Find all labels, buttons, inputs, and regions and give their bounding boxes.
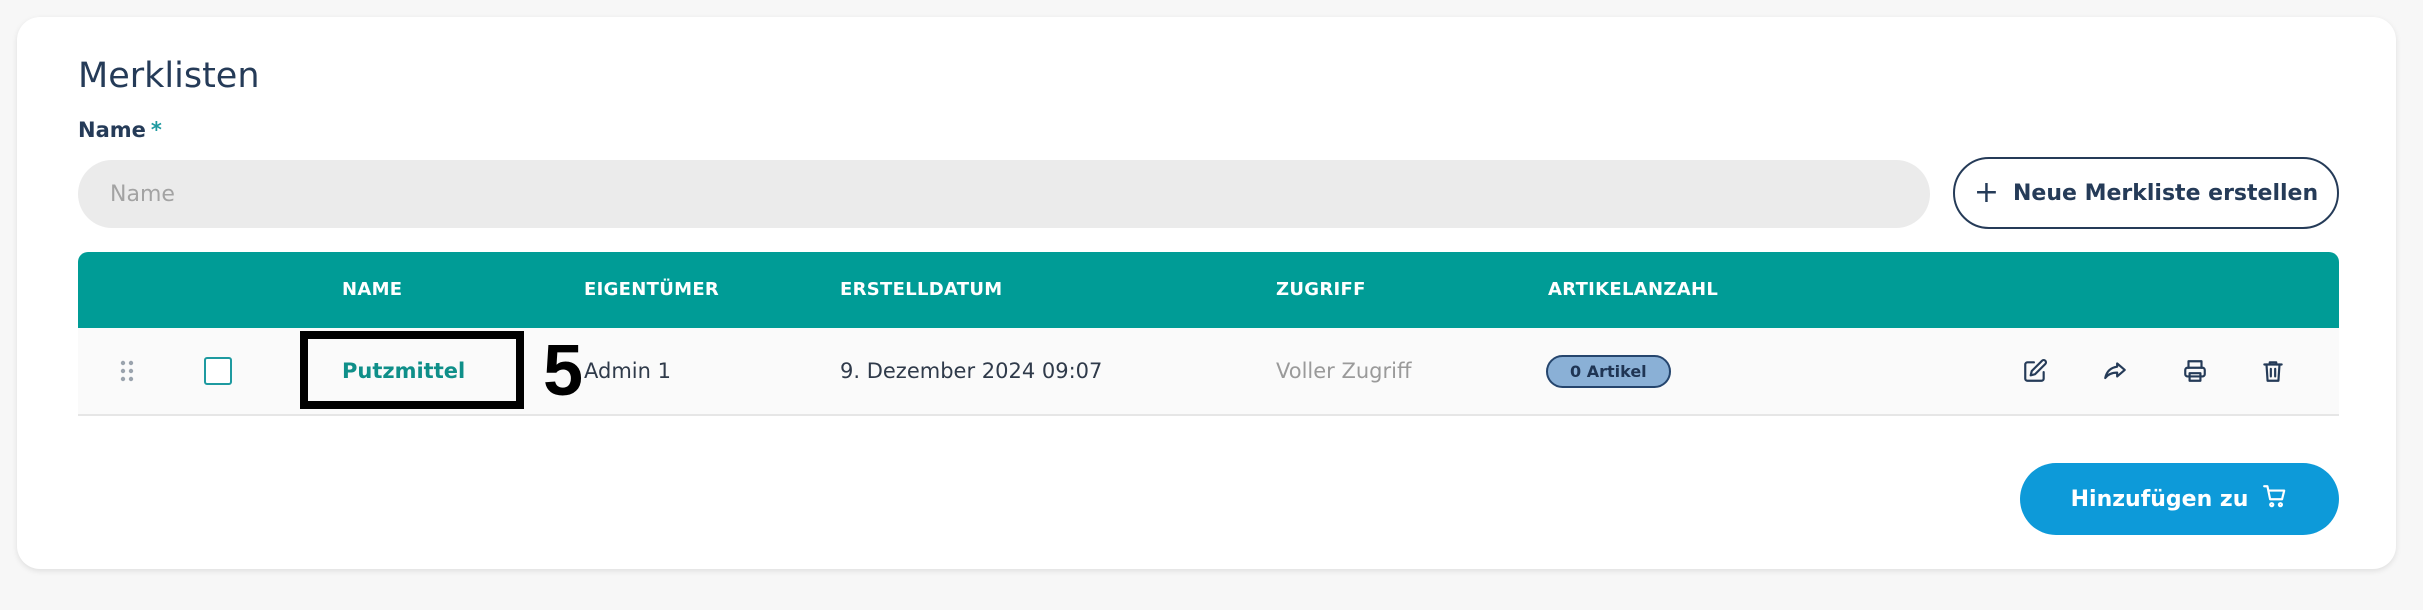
item-count-badge: 0 Artikel: [1546, 354, 1671, 388]
table-header: NAME EIGENTÜMER ERSTELLDATUM ZUGRIFF ART…: [78, 252, 2339, 328]
trash-icon[interactable]: [2253, 328, 2293, 414]
list-access: Voller Zugriff: [1276, 359, 1412, 383]
highlight-box: [300, 331, 524, 409]
add-to-button[interactable]: Hinzufügen zu: [2020, 463, 2339, 535]
create-list-button[interactable]: + Neue Merkliste erstellen: [1953, 157, 2339, 229]
column-header-created[interactable]: ERSTELLDATUM: [840, 252, 1003, 328]
row-select-checkbox[interactable]: [204, 328, 232, 414]
share-icon[interactable]: [2095, 328, 2135, 414]
drag-handle-icon[interactable]: [120, 328, 134, 414]
column-header-owner[interactable]: EIGENTÜMER: [584, 252, 719, 328]
add-to-label: Hinzufügen zu: [2070, 486, 2249, 512]
name-field-label: Name *: [78, 118, 162, 142]
item-count-cell: 0 Artikel: [1546, 328, 1671, 414]
list-owner: Admin 1: [584, 359, 671, 383]
required-marker: *: [150, 118, 162, 142]
column-header-item-count[interactable]: ARTIKELANZAHL: [1548, 252, 1718, 328]
list-created-date: 9. Dezember 2024 09:07: [840, 359, 1103, 383]
column-header-access[interactable]: ZUGRIFF: [1276, 252, 1366, 328]
plus-icon: +: [1973, 175, 1999, 210]
cart-icon: [2262, 483, 2288, 515]
name-label-text: Name: [78, 118, 146, 142]
annotation-marker: 5: [543, 331, 584, 411]
checkbox-box[interactable]: [204, 357, 232, 385]
column-header-name[interactable]: NAME: [342, 252, 402, 328]
edit-icon[interactable]: [2015, 328, 2055, 414]
create-list-label: Neue Merkliste erstellen: [2013, 180, 2319, 206]
page-title: Merklisten: [78, 56, 260, 96]
name-input[interactable]: [78, 160, 1930, 228]
print-icon[interactable]: [2175, 328, 2215, 414]
